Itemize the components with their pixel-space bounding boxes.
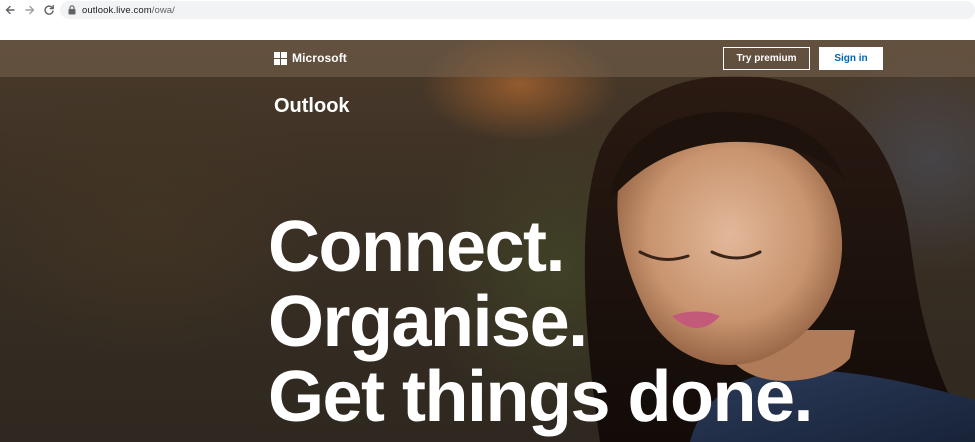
lock-icon	[68, 5, 76, 15]
url-host: outlook.live.com	[82, 4, 152, 16]
headline-line-1: Connect.	[268, 207, 566, 287]
site-header: Microsoft Try premium Sign in	[0, 40, 975, 77]
headline-line-3: Get things done.	[268, 357, 813, 437]
forward-button[interactable]	[22, 2, 38, 18]
outlook-brand-title: Outlook	[274, 95, 350, 117]
arrow-right-icon	[25, 5, 35, 15]
sign-in-button[interactable]: Sign in	[819, 47, 883, 70]
hero-headline: Connect. Organise. Get things done.	[268, 207, 813, 437]
reload-icon	[44, 4, 54, 15]
try-premium-button[interactable]: Try premium	[723, 47, 810, 70]
arrow-left-icon	[5, 5, 15, 15]
microsoft-logo-icon	[274, 51, 287, 65]
headline-line-2: Organise.	[268, 282, 588, 362]
microsoft-logo[interactable]: Microsoft	[274, 51, 347, 65]
hero-section: Microsoft Try premium Sign in Outlook Co…	[0, 40, 975, 442]
url-path: /owa/	[151, 4, 175, 16]
address-bar[interactable]: outlook.live.com/owa/	[60, 1, 975, 19]
back-button[interactable]	[2, 2, 18, 18]
url-text: outlook.live.com/owa/	[82, 5, 175, 16]
microsoft-logo-text: Microsoft	[292, 51, 347, 65]
browser-toolbar: outlook.live.com/owa/	[0, 0, 975, 22]
reload-button[interactable]	[41, 2, 57, 18]
